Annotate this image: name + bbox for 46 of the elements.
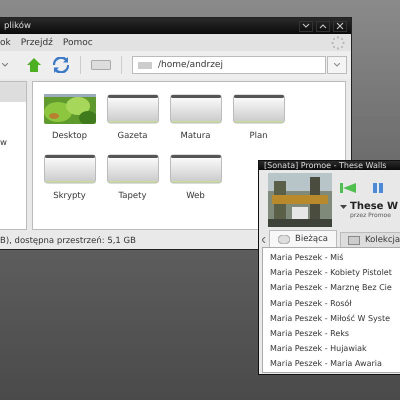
folder-icon[interactable] — [106, 154, 158, 184]
folder-icon[interactable] — [106, 94, 158, 124]
file-name: Web — [186, 191, 205, 201]
folder-icon[interactable] — [170, 154, 222, 184]
file-name: Gazeta — [117, 131, 148, 141]
menu-item[interactable]: Przejdź — [20, 38, 53, 48]
caret-icon[interactable] — [340, 204, 347, 208]
sidebar-item[interactable]: w — [0, 138, 7, 148]
drive-icon — [138, 62, 152, 68]
menu-item[interactable]: Pomoc — [62, 38, 93, 48]
location-field[interactable]: /home/andrzej — [132, 56, 326, 74]
file-name: Skrypty — [53, 191, 86, 201]
refresh-icon[interactable] — [52, 57, 70, 73]
chevron-down-icon — [334, 63, 340, 67]
playlist-item[interactable]: Maria Peszek - Rosół — [270, 296, 400, 311]
file-name: Desktop — [52, 131, 88, 141]
playlist-item[interactable]: Maria Peszek - Marznę Bez Cie — [270, 280, 400, 296]
minimize-button[interactable] — [299, 20, 313, 32]
location-dropdown-button[interactable] — [327, 56, 347, 74]
library-icon — [348, 236, 360, 244]
status-text: B), dostępna przestrzeń: 5,1 GB — [0, 236, 136, 246]
window-title: [Sonata] Promoe - These Walls — [264, 161, 386, 170]
pause-icon[interactable] — [372, 183, 384, 193]
window-title: plików — [4, 21, 31, 31]
file-name: Matura — [180, 131, 210, 141]
tab[interactable]: Bieżąca — [269, 230, 337, 247]
close-icon — [336, 22, 344, 30]
playlist-item[interactable]: Maria Peszek - Hujawiak — [270, 341, 400, 356]
menu-item[interactable]: ok — [0, 38, 11, 48]
file-name: Tapety — [118, 191, 146, 201]
playlist-item[interactable]: Maria Peszek - Kobiety Pistolet — [270, 265, 400, 280]
chevron-up-icon — [319, 23, 327, 29]
folder-icon[interactable] — [170, 94, 222, 124]
playlist-item[interactable]: Maria Peszek - Miś — [270, 250, 400, 266]
track-title: These W — [350, 201, 398, 212]
maximize-button[interactable] — [316, 20, 330, 32]
spinner-icon — [331, 36, 345, 50]
chevron-down-icon — [302, 23, 310, 29]
close-button[interactable] — [333, 20, 347, 32]
playlist-item[interactable]: Maria Peszek - Miłość W Syste — [270, 310, 400, 326]
tab[interactable]: Kolekcja — [340, 232, 400, 247]
playlist-item[interactable]: Maria Peszek - Maria Awaria — [270, 356, 400, 372]
folder-icon[interactable] — [232, 94, 284, 124]
folder-icon[interactable] — [44, 154, 96, 184]
file-name: Plan — [249, 131, 268, 141]
playlist-item[interactable]: Maria Peszek - Reks — [270, 326, 400, 342]
